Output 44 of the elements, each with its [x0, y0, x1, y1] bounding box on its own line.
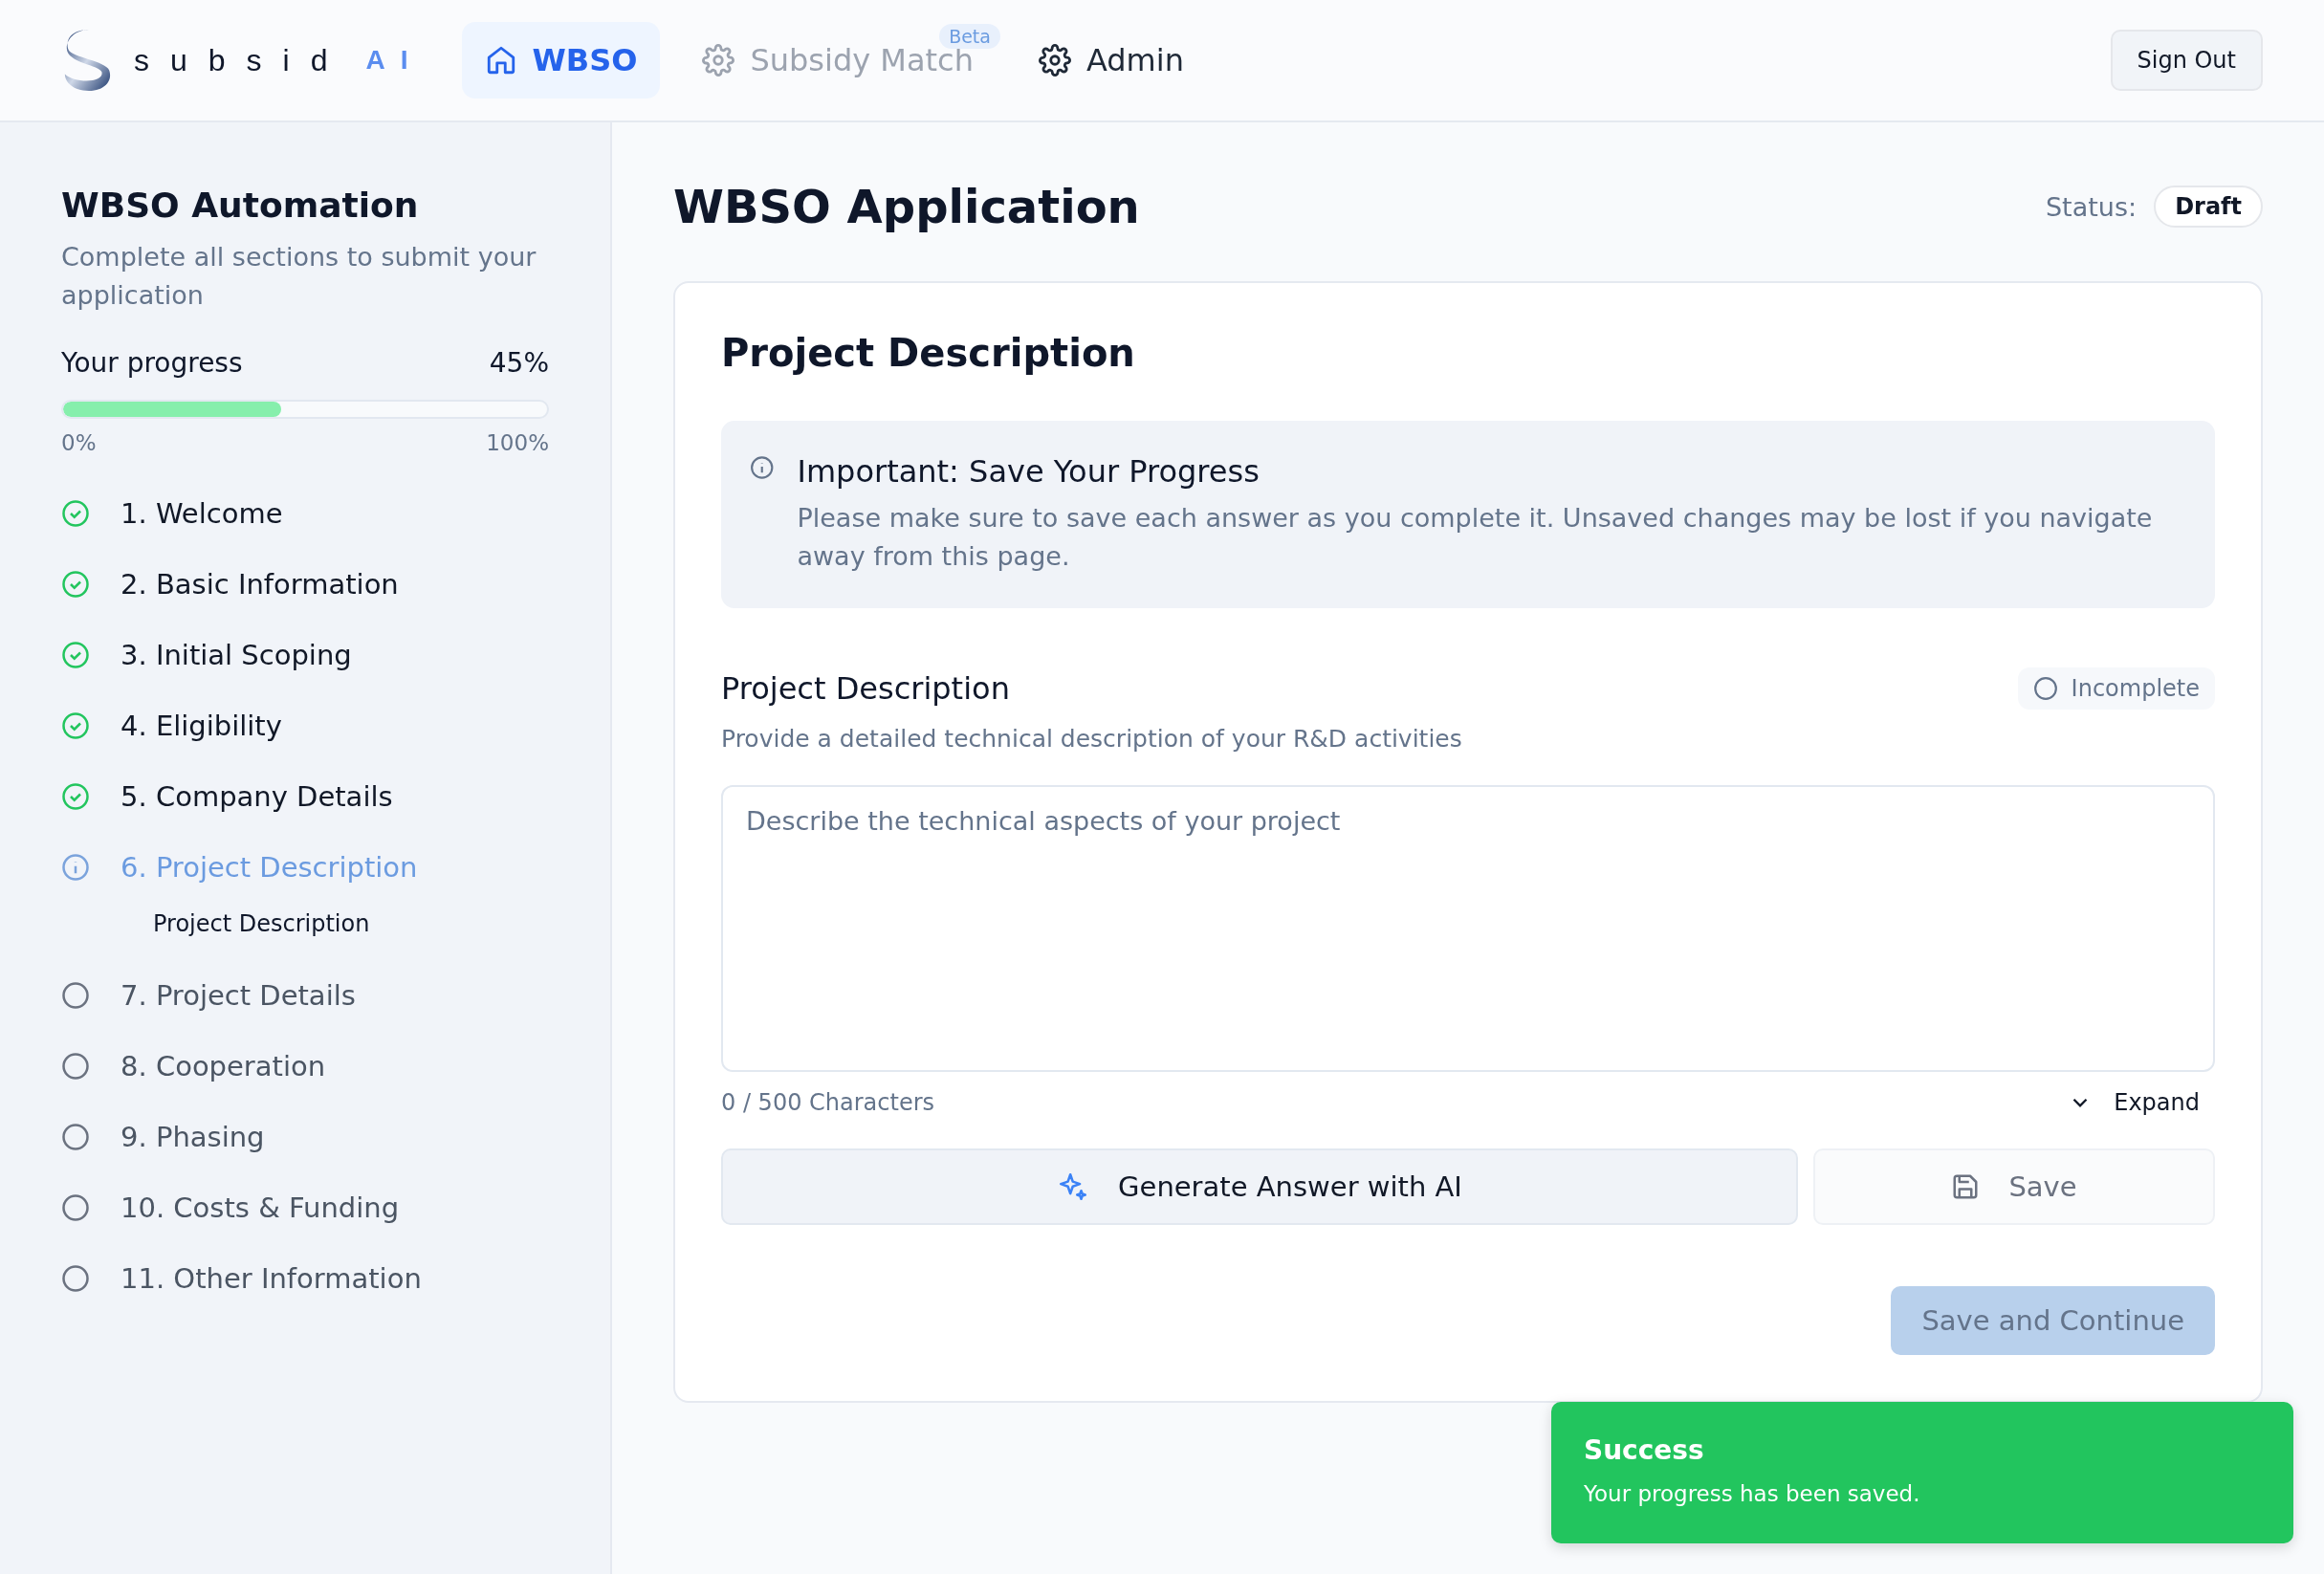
character-count: 0 / 500 Characters — [721, 1089, 935, 1116]
progress-min-label: 0% — [61, 430, 97, 455]
toast-message: Your progress has been saved. — [1584, 1481, 1921, 1506]
info-icon — [750, 453, 775, 482]
question-title: Project Description — [721, 670, 1010, 707]
sidebar-title: WBSO Automation — [61, 186, 420, 225]
page-title: WBSO Application — [673, 180, 1140, 233]
expand-button[interactable]: Expand — [2052, 1089, 2215, 1116]
progress-max-label: 100% — [486, 430, 549, 455]
step-item[interactable]: 8. Cooperation — [61, 1050, 549, 1082]
step-item[interactable]: 11. Other Information — [61, 1262, 549, 1295]
toast-title: Success — [1584, 1434, 1705, 1466]
step-item[interactable]: 5. Company Details — [61, 780, 549, 813]
logo-accent-text: AI — [365, 45, 424, 76]
step-item[interactable]: 1. Welcome — [61, 497, 549, 530]
answer-field[interactable]: Describe the technical aspects of your project — [721, 785, 2215, 1072]
logo-text: subsid — [134, 42, 349, 78]
card-title: Project Description — [721, 331, 1136, 375]
save-button[interactable]: Save — [1813, 1148, 2215, 1225]
step-item[interactable]: 3. Initial Scoping — [61, 639, 549, 671]
progress-label: Your progress — [61, 347, 243, 379]
step-item[interactable]: 4. Eligibility — [61, 710, 549, 742]
empty-circle-icon — [2032, 676, 2058, 701]
settings-icon — [1038, 44, 1071, 77]
sidebar-subtitle: Complete all sections to submit your application — [61, 241, 537, 312]
nav-tab[interactable]: Admin — [1015, 22, 1207, 98]
nav-tab[interactable]: WBSO — [461, 22, 661, 98]
step-item[interactable]: 10. Costs & Funding — [61, 1191, 549, 1224]
substep-item[interactable]: Project Description — [153, 910, 549, 937]
notice-text: Please make sure to save each answer as you complete it. Unsaved changes may be lost if you navigate away from this page. — [797, 502, 2154, 573]
status-label: Status: — [2046, 191, 2138, 222]
step-item[interactable]: 7. Project Details — [61, 979, 549, 1012]
save-icon — [1951, 1172, 1981, 1201]
question-hint: Provide a detailed technical description of your R&D activities — [721, 725, 1463, 753]
settings-icon — [702, 44, 735, 77]
step-item[interactable]: 2. Basic Information — [61, 568, 549, 601]
notice-title: Important: Save Your Progress — [797, 453, 1261, 490]
status-chip: Incomplete — [2017, 667, 2215, 710]
generate-button[interactable]: Generate Answer with AI — [721, 1148, 1798, 1225]
sign-out-button[interactable]: Sign Out — [2110, 30, 2263, 91]
progress-value: 45% — [489, 347, 549, 379]
beta-badge: Beta — [939, 24, 1000, 49]
status-badge: Draft — [2154, 186, 2263, 228]
step-item[interactable]: 9. Phasing — [61, 1121, 549, 1153]
